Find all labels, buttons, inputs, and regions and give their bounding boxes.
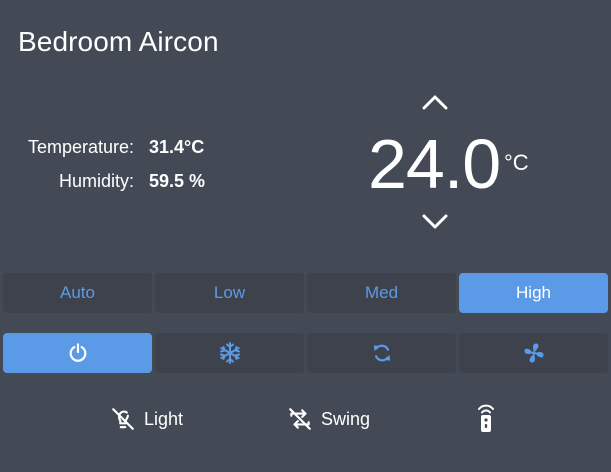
sensor-readings: Temperature: 31.4°C Humidity: 59.5 % <box>0 130 300 198</box>
light-off-icon <box>112 408 134 430</box>
refresh-cycle-icon <box>373 344 390 362</box>
humidity-row: Humidity: 59.5 % <box>0 164 300 198</box>
fan-speed-high-button[interactable]: High <box>459 273 608 313</box>
swing-label: Swing <box>321 408 371 429</box>
increase-temperature-button[interactable] <box>422 92 448 112</box>
swing-toggle[interactable]: Swing <box>287 398 370 440</box>
setpoint-value: 24.0 <box>368 125 501 203</box>
mode-cool-button[interactable] <box>155 333 304 373</box>
mode-auto-button[interactable] <box>307 333 456 373</box>
humidity-value: 59.5 % <box>149 170 206 191</box>
setpoint-unit: °C <box>504 150 529 175</box>
chevron-up-icon <box>422 95 448 110</box>
setpoint-control: 24.0 °C <box>360 88 560 238</box>
snowflake-icon <box>219 342 240 364</box>
hvac-mode-selector <box>3 333 608 373</box>
chevron-down-icon <box>422 214 448 229</box>
swing-off-icon <box>289 408 311 430</box>
remote-button[interactable] <box>474 398 498 440</box>
decrease-temperature-button[interactable] <box>422 212 448 232</box>
remote-icon <box>478 404 494 432</box>
fan-speed-low-button[interactable]: Low <box>155 273 304 313</box>
humidity-label: Humidity: <box>58 170 134 191</box>
light-toggle[interactable]: Light <box>110 398 183 440</box>
temperature-label: Temperature: <box>27 136 134 157</box>
temperature-row: Temperature: 31.4°C <box>0 130 300 164</box>
fan-icon <box>523 343 544 363</box>
temperature-value: 31.4°C <box>149 136 205 157</box>
extra-controls: Light Swing <box>0 398 611 440</box>
fan-speed-med-button[interactable]: Med <box>307 273 456 313</box>
fan-speed-selector: Auto Low Med High <box>3 273 608 313</box>
mode-off-button[interactable] <box>3 333 152 373</box>
power-icon <box>69 343 86 362</box>
card-title: Bedroom Aircon <box>18 26 219 57</box>
light-label: Light <box>144 408 184 429</box>
fan-speed-auto-button[interactable]: Auto <box>3 273 152 313</box>
mode-fan-only-button[interactable] <box>459 333 608 373</box>
